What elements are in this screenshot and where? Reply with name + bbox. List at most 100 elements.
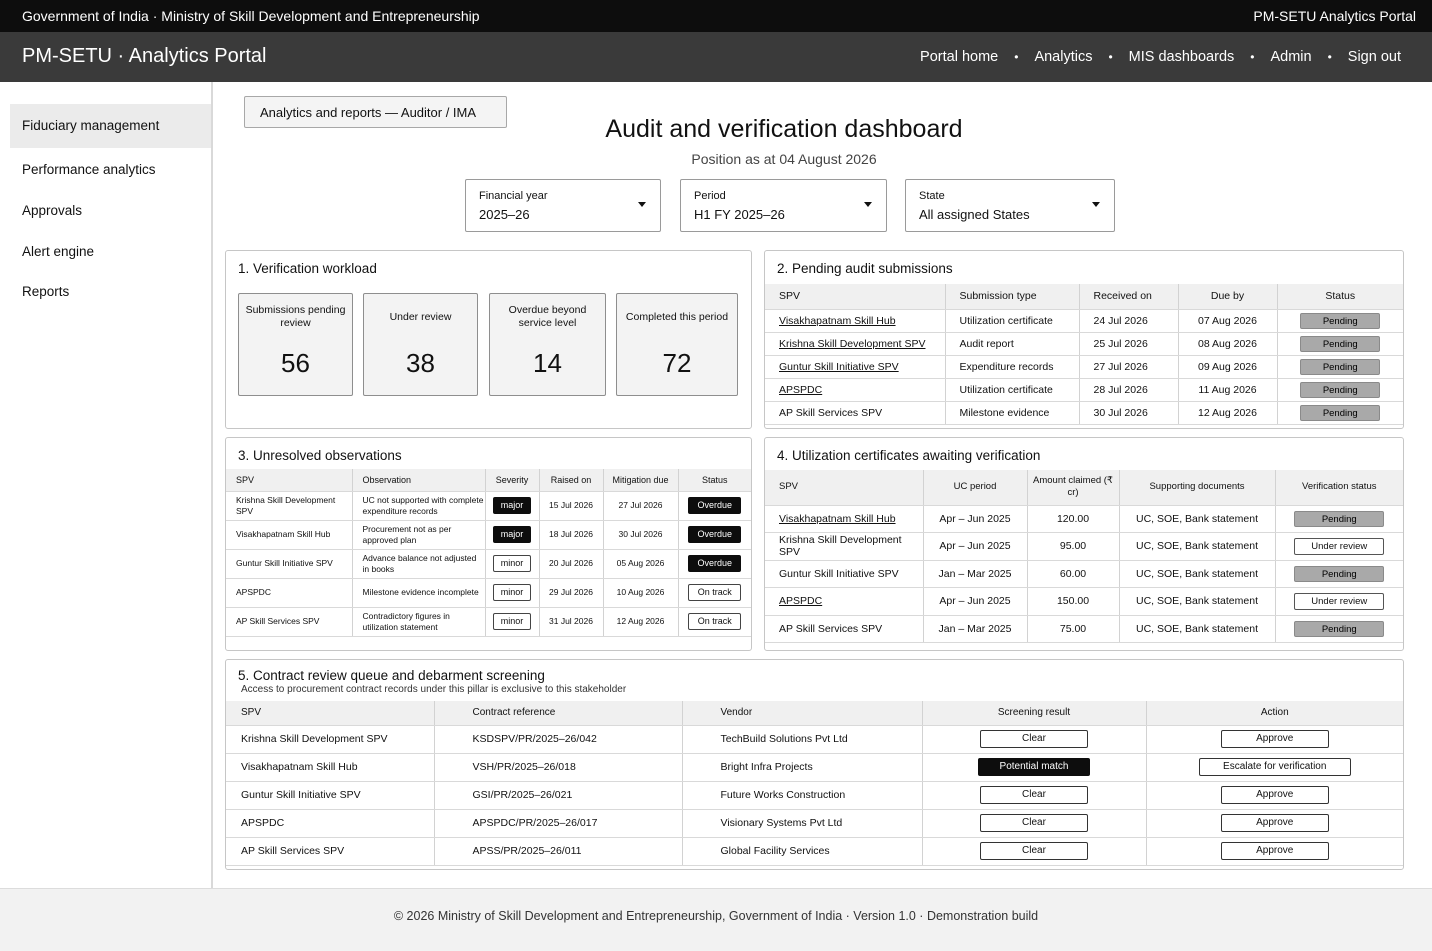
table-row: Guntur Skill Initiative SPV GSI/PR/2025–… [226, 781, 1403, 810]
column-header: Action [1146, 701, 1403, 726]
submission-type: Milestone evidence [945, 401, 1080, 425]
amount-claimed: 95.00 [1027, 532, 1120, 561]
spv-link[interactable]: Visakhapatnam Skill Hub [779, 315, 896, 327]
panel-note: Access to procurement contract records u… [241, 684, 627, 695]
sidebar-item-reports[interactable]: Reports [10, 270, 211, 314]
status-badge: Overdue [688, 526, 742, 543]
table-header-row: SPV Contract reference Vendor Screening … [226, 701, 1403, 726]
sidebar: Fiduciary management Performance analyti… [0, 82, 213, 888]
spv-link[interactable]: Visakhapatnam Skill Hub [779, 513, 896, 525]
status-badge: Pending [1300, 404, 1381, 421]
footer: © 2026 Ministry of Skill Development and… [0, 888, 1432, 951]
app-header: PM-SETU · Analytics Portal Portal home •… [0, 32, 1432, 82]
kpi-label: Overdue beyond service level [508, 304, 587, 329]
column-header: Status [678, 469, 751, 492]
kpi-label: Completed this period [625, 310, 729, 323]
observation-text: Contradictory figures in utilization sta… [352, 607, 486, 637]
breadcrumb[interactable]: Analytics and reports — Auditor / IMA [244, 96, 507, 128]
due-date: 07 Aug 2026 [1178, 309, 1278, 333]
received-date: 30 Jul 2026 [1079, 401, 1179, 425]
severity-badge: minor [493, 584, 531, 601]
page-title: Audit and verification dashboard [605, 115, 963, 143]
supporting-documents: UC, SOE, Bank statement [1119, 532, 1276, 561]
table-row: AP Skill Services SPV Jan – Mar 2025 75.… [765, 615, 1403, 643]
period-select[interactable]: Period H1 FY 2025–26 [680, 179, 887, 232]
spv-link[interactable]: APSPDC [779, 595, 822, 607]
sidebar-item-performance-analytics[interactable]: Performance analytics [10, 148, 211, 192]
severity-badge: major [493, 497, 531, 514]
table-row: APSPDC Apr – Jun 2025 150.00 UC, SOE, Ba… [765, 587, 1403, 616]
nav-analytics[interactable]: Analytics [1034, 49, 1092, 65]
approve-button[interactable]: Approve [1220, 730, 1329, 748]
nav-admin[interactable]: Admin [1270, 49, 1311, 65]
table-row: APSPDC Milestone evidence incomplete min… [226, 578, 751, 608]
spv-name: Guntur Skill Initiative SPV [226, 549, 353, 579]
spv-link[interactable]: APSPDC [779, 384, 822, 396]
received-date: 28 Jul 2026 [1079, 378, 1179, 402]
nav-sign-out[interactable]: Sign out [1348, 49, 1401, 65]
table-row: Krishna Skill Development SPV Audit repo… [765, 332, 1403, 356]
status-badge: Pending [1300, 335, 1381, 352]
filter-label: Financial year [479, 190, 548, 202]
submission-type: Expenditure records [945, 355, 1080, 379]
uc-period: Apr – Jun 2025 [923, 505, 1028, 533]
spv-link[interactable]: Guntur Skill Initiative SPV [779, 361, 899, 373]
amount-claimed: 60.00 [1027, 560, 1120, 588]
verification-workload-panel: 1. Verification workload Submissions pen… [225, 250, 752, 429]
filter-value: All assigned States [919, 207, 1030, 222]
spv-name: Guntur Skill Initiative SPV [226, 781, 435, 810]
uc-period: Apr – Jun 2025 [923, 532, 1028, 561]
status-badge: Overdue [688, 555, 742, 572]
contract-review-panel: 5. Contract review queue and debarment s… [225, 659, 1404, 870]
kpi-value: 56 [281, 348, 310, 378]
approve-button[interactable]: Approve [1220, 842, 1329, 860]
table-row: Krishna Skill Development SPV KSDSPV/PR/… [226, 725, 1403, 754]
spv-name: AP Skill Services SPV [226, 607, 353, 637]
utilization-certificates-panel: 4. Utilization certificates awaiting ver… [764, 437, 1404, 651]
page-subtitle: Position as at 04 August 2026 [691, 151, 877, 167]
column-header: Raised on [539, 469, 604, 492]
status-badge: Pending [1300, 358, 1381, 375]
contract-reference: APSPDC/PR/2025–26/017 [434, 809, 683, 838]
approve-button[interactable]: Approve [1220, 814, 1329, 832]
pending-audit-table: SPV Submission type Received on Due by S… [765, 284, 1403, 425]
column-header: Amount claimed (₹ cr) [1027, 470, 1120, 506]
approve-button[interactable]: Approve [1220, 786, 1329, 804]
severity-badge: minor [493, 613, 531, 630]
nav-separator: • [1327, 50, 1332, 64]
raised-date: 20 Jul 2026 [539, 549, 604, 579]
table-row: Krishna Skill Development SPV Apr – Jun … [765, 532, 1403, 561]
filter-label: State [919, 190, 945, 202]
kpi-card: Submissions pending review 56 [238, 293, 353, 396]
kpi-value: 38 [406, 348, 435, 378]
nav-mis-dashboards[interactable]: MIS dashboards [1129, 49, 1235, 65]
due-date: 09 Aug 2026 [1178, 355, 1278, 379]
panel-title: 2. Pending audit submissions [777, 261, 953, 276]
escalate-button[interactable]: Escalate for verification [1198, 758, 1351, 776]
financial-year-select[interactable]: Financial year 2025–26 [465, 179, 661, 232]
raised-date: 15 Jul 2026 [539, 491, 604, 521]
received-date: 25 Jul 2026 [1079, 332, 1179, 356]
sidebar-item-fiduciary-management[interactable]: Fiduciary management [10, 104, 211, 148]
vendor-name: Visionary Systems Pvt Ltd [682, 809, 923, 838]
state-select[interactable]: State All assigned States [905, 179, 1115, 232]
spv-link[interactable]: Krishna Skill Development SPV [779, 338, 925, 350]
contract-review-table: SPV Contract reference Vendor Screening … [226, 701, 1403, 866]
kpi-card: Overdue beyond service level 14 [489, 293, 606, 396]
status-badge: Pending [1294, 565, 1385, 582]
column-header: UC period [923, 470, 1028, 506]
raised-date: 29 Jul 2026 [539, 578, 604, 608]
column-header: SPV [765, 470, 924, 506]
nav-portal-home[interactable]: Portal home [920, 49, 998, 65]
contract-reference: VSH/PR/2025–26/018 [434, 753, 683, 782]
portal-brand[interactable]: PM-SETU · Analytics Portal [22, 45, 267, 68]
submission-type: Audit report [945, 332, 1080, 356]
table-row: APSPDC APSPDC/PR/2025–26/017 Visionary S… [226, 809, 1403, 838]
sidebar-item-approvals[interactable]: Approvals [10, 189, 211, 233]
received-date: 24 Jul 2026 [1079, 309, 1179, 333]
sidebar-item-alert-engine[interactable]: Alert engine [10, 230, 211, 274]
table-row: Guntur Skill Initiative SPV Jan – Mar 20… [765, 560, 1403, 588]
table-row: Visakhapatnam Skill Hub Procurement not … [226, 520, 751, 550]
status-badge: Under review [1294, 537, 1385, 555]
mitigation-due-date: 27 Jul 2026 [603, 491, 679, 521]
